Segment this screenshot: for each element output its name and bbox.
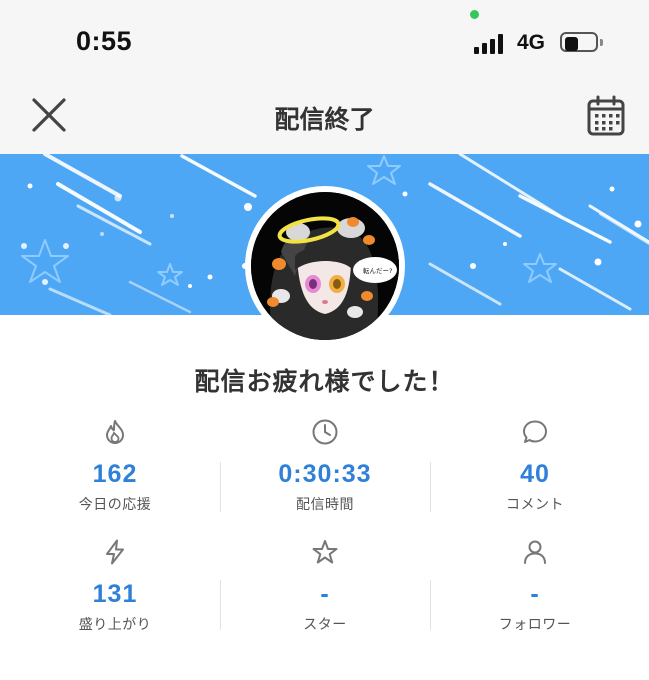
stream-finished-message: 配信お疲れ様でした！: [194, 367, 455, 396]
calendar-button[interactable]: [585, 94, 629, 138]
stat-stream-time: 0:30:33 配信時間: [220, 410, 430, 528]
stat-comments: 40 コメント: [430, 410, 640, 528]
avatar[interactable]: 転んだー?: [245, 186, 405, 346]
signal-icon: [474, 32, 508, 54]
avatar-speech-text: 転んだー?: [363, 267, 392, 275]
stat-value: 40: [520, 460, 550, 488]
stat-followers: - フォロワー: [430, 530, 640, 648]
calendar-icon: [587, 95, 625, 136]
stat-label: スター: [303, 617, 347, 633]
page-title: 配信終了: [274, 105, 375, 134]
stat-excitement: 131 盛り上がり: [10, 530, 220, 648]
comment-icon: [523, 420, 547, 443]
privacy-indicator-dot: [470, 10, 479, 19]
lightning-icon: [106, 539, 124, 565]
stat-stars: - スター: [220, 530, 430, 648]
stat-value: -: [320, 580, 330, 608]
stat-value: 131: [92, 580, 138, 608]
star-icon: [312, 540, 338, 564]
stat-label: フォロワー: [498, 617, 572, 633]
stat-label: コメント: [506, 497, 564, 513]
status-bar: 0:55 4G: [0, 0, 649, 84]
battery-icon: [560, 32, 606, 54]
flame-icon: [106, 420, 124, 444]
stat-value: -: [530, 580, 540, 608]
nav-bar: 配信終了: [0, 84, 649, 154]
stat-support-today: 162 今日の応援: [10, 410, 220, 528]
avatar-image: 転んだー?: [251, 192, 399, 340]
stats-grid: 162 今日の応援 0:30:33 配信時間 40 コメント 131 盛り上がり…: [10, 410, 640, 650]
stat-label: 配信時間: [296, 497, 354, 513]
network-type: 4G: [517, 31, 546, 54]
clock-icon: [312, 419, 338, 445]
stat-label: 今日の応援: [78, 497, 152, 513]
stat-value: 0:30:33: [278, 460, 372, 488]
avatar-illustration: 転んだー?: [251, 192, 399, 340]
stat-value: 162: [92, 460, 138, 488]
person-icon: [524, 540, 546, 564]
status-time: 0:55: [76, 26, 133, 56]
stat-label: 盛り上がり: [78, 617, 152, 633]
